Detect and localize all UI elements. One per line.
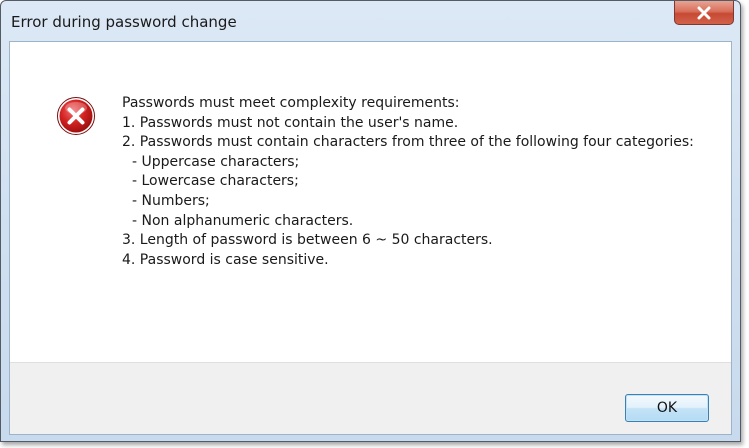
close-icon: [697, 6, 711, 19]
dialog-client-area: Passwords must meet complexity requireme…: [9, 41, 732, 435]
message-line: Passwords must meet complexity requireme…: [122, 95, 460, 111]
ok-button[interactable]: OK: [625, 394, 709, 422]
error-icon: [57, 97, 95, 135]
dialog-title: Error during password change: [11, 13, 237, 31]
close-button[interactable]: [674, 1, 734, 25]
message-area: Passwords must meet complexity requireme…: [10, 42, 731, 362]
message-line: - Non alphanumeric characters.: [132, 212, 354, 229]
message-line: - Lowercase characters;: [132, 173, 299, 190]
message-line: 3. Length of password is between 6 ~ 50 …: [122, 232, 493, 249]
message-line: 4. Password is case sensitive.: [122, 251, 329, 268]
message-line: - Numbers;: [132, 192, 210, 209]
button-bar: OK: [10, 362, 731, 434]
title-bar[interactable]: Error during password change: [1, 1, 740, 41]
error-message: Passwords must meet complexity requireme…: [122, 94, 712, 270]
message-line: 2. Passwords must contain characters fro…: [122, 134, 694, 151]
message-line: - Uppercase characters;: [132, 153, 300, 170]
dialog-window: Error during password change Passwords m…: [0, 0, 741, 442]
message-line: 1. Passwords must not contain the user's…: [122, 114, 459, 131]
